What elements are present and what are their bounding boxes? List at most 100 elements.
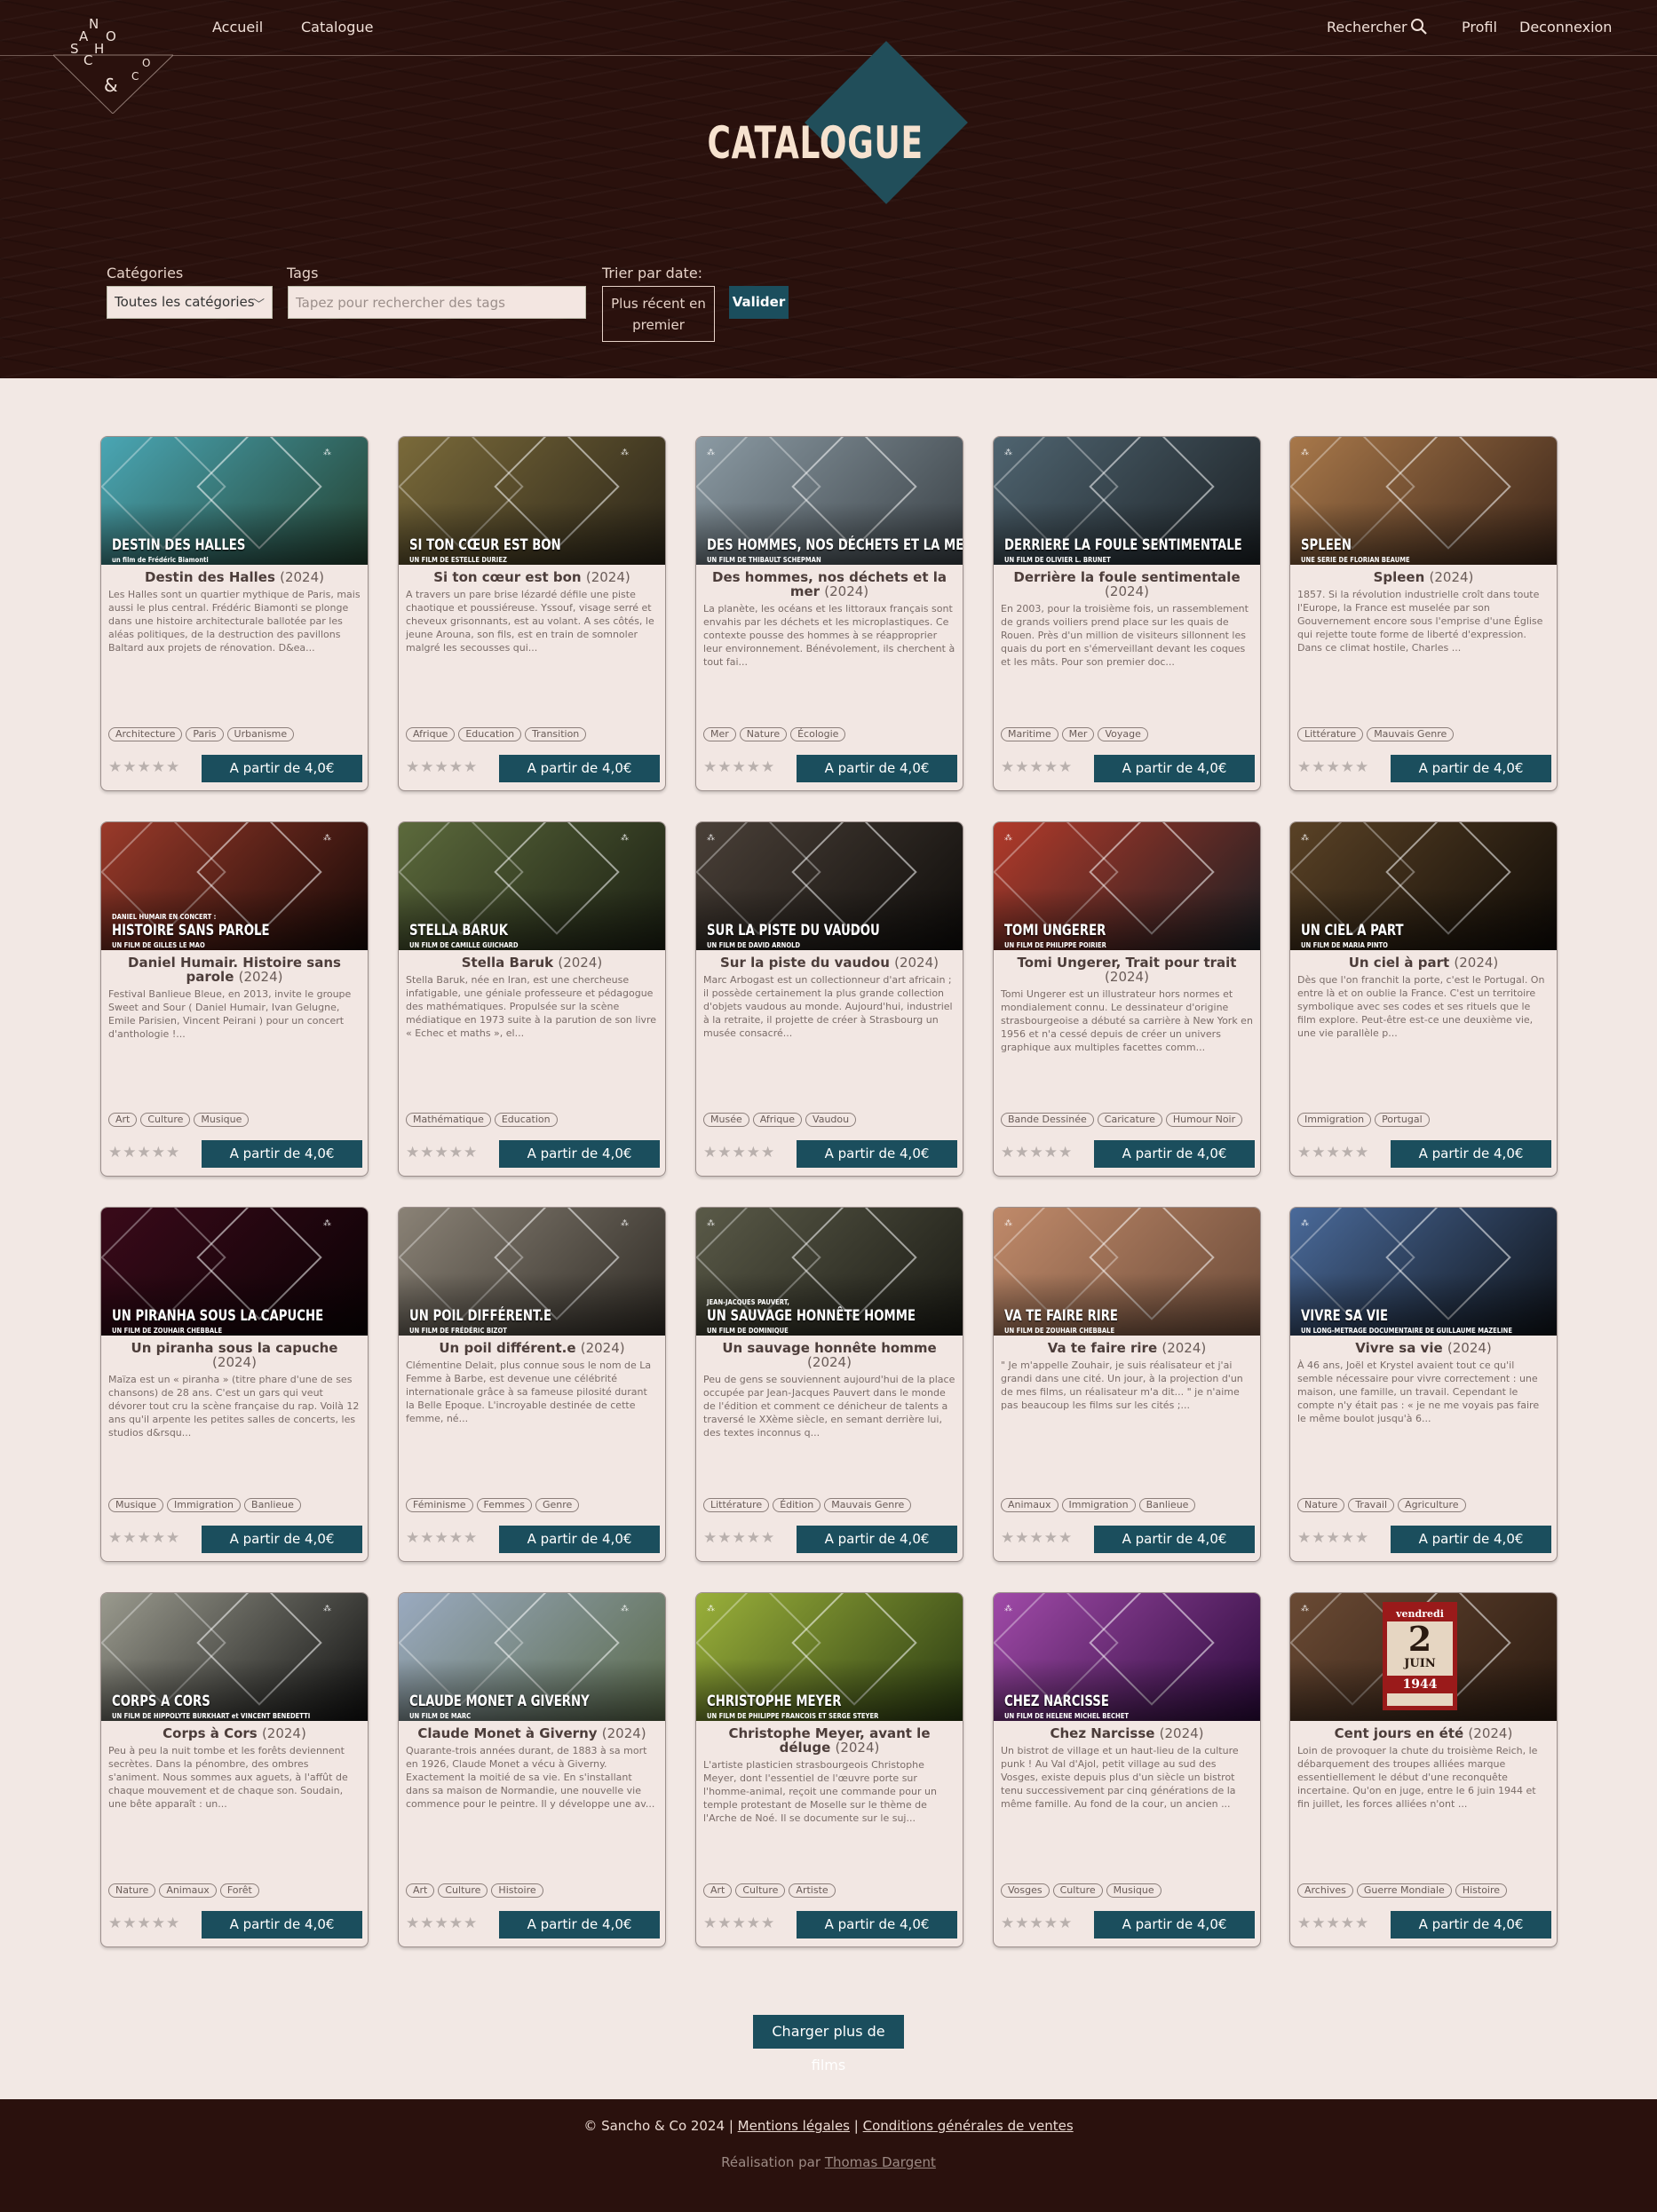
star-icon[interactable]: ★ bbox=[449, 1529, 464, 1547]
star-icon[interactable]: ★ bbox=[464, 758, 478, 776]
tag-chip[interactable]: Forêt bbox=[219, 1883, 259, 1898]
film-card[interactable]: ⁂ CORPS A CORS UN FILM DE HIPPOLYTE BURKHA… bbox=[100, 1592, 369, 1947]
tag-chip[interactable]: Architecture bbox=[108, 727, 183, 741]
star-icon[interactable]: ★ bbox=[761, 1915, 775, 1932]
film-title[interactable]: Claude Monet à Giverny (2024) bbox=[399, 1726, 665, 1740]
legal-link[interactable]: Mentions légales bbox=[738, 2118, 850, 2134]
film-title[interactable]: Sur la piste du vaudou (2024) bbox=[696, 955, 963, 970]
tag-chip[interactable]: Culture bbox=[438, 1883, 488, 1898]
film-title[interactable]: Destin des Halles (2024) bbox=[101, 570, 368, 584]
star-icon[interactable]: ★ bbox=[703, 1915, 718, 1932]
film-thumbnail[interactable]: ⁂ UN PIRANHA SOUS LA CAPUCHE UN FILM DE ZO… bbox=[101, 1208, 368, 1336]
star-icon[interactable]: ★ bbox=[718, 1144, 732, 1161]
tag-chip[interactable]: Immigration bbox=[1061, 1498, 1136, 1512]
tag-chip[interactable]: Art bbox=[108, 1113, 138, 1127]
star-icon[interactable]: ★ bbox=[761, 1144, 775, 1161]
validate-button[interactable]: Valider bbox=[729, 286, 789, 319]
film-thumbnail[interactable]: ⁂ vendredi 2 JUIN 1944 bbox=[1290, 1593, 1557, 1721]
film-thumbnail[interactable]: ⁂ TOMI UNGERER UN FILM DE PHILIPPE POIRIER bbox=[994, 822, 1260, 950]
nav-search-link[interactable]: Rechercher bbox=[1327, 19, 1407, 36]
star-icon[interactable]: ★ bbox=[123, 758, 137, 776]
tag-chip[interactable]: Urbanisme bbox=[226, 727, 295, 741]
star-icon[interactable]: ★ bbox=[733, 1915, 747, 1932]
star-icon[interactable]: ★ bbox=[152, 1144, 166, 1161]
star-icon[interactable]: ★ bbox=[1044, 1529, 1058, 1547]
star-icon[interactable]: ★ bbox=[747, 1915, 761, 1932]
star-icon[interactable]: ★ bbox=[1312, 1915, 1326, 1932]
tag-chip[interactable]: Nature bbox=[108, 1883, 156, 1898]
star-icon[interactable]: ★ bbox=[747, 1144, 761, 1161]
film-title[interactable]: Un sauvage honnête homme (2024) bbox=[696, 1341, 963, 1369]
tag-chip[interactable]: Animaux bbox=[1001, 1498, 1058, 1512]
tag-chip[interactable]: Afrique bbox=[752, 1113, 803, 1127]
tag-chip[interactable]: Littérature bbox=[1297, 727, 1364, 741]
tag-chip[interactable]: Musée bbox=[703, 1113, 749, 1127]
price-button[interactable]: A partir de 4,0€ bbox=[1391, 1526, 1551, 1553]
tag-chip[interactable]: Nature bbox=[1297, 1498, 1345, 1512]
film-card[interactable]: ⁂ JEAN-JACQUES PAUVERT, UN SAUVAGE HONNÊTE… bbox=[695, 1207, 963, 1562]
film-thumbnail[interactable]: ⁂ STELLA BARUK UN FILM DE CAMILLE GUICHARD bbox=[399, 822, 665, 950]
logo[interactable]: S A N C C H O & C O bbox=[53, 0, 173, 114]
star-icon[interactable]: ★ bbox=[152, 1529, 166, 1547]
price-button[interactable]: A partir de 4,0€ bbox=[499, 1140, 660, 1168]
film-title[interactable]: Un piranha sous la capuche (2024) bbox=[101, 1341, 368, 1369]
tag-chip[interactable]: Caricature bbox=[1097, 1113, 1162, 1127]
tag-chip[interactable]: Artiste bbox=[789, 1883, 836, 1898]
rating-stars[interactable]: ★★★★★ bbox=[703, 758, 775, 776]
rating-stars[interactable]: ★★★★★ bbox=[1297, 1915, 1369, 1932]
tag-chip[interactable]: Musique bbox=[1106, 1883, 1161, 1898]
film-thumbnail[interactable]: ⁂ CLAUDE MONET A GIVERNY UN FILM DE MARC bbox=[399, 1593, 665, 1721]
star-icon[interactable]: ★ bbox=[464, 1915, 478, 1932]
film-card[interactable]: ⁂ UN POIL DIFFÉRENT.E UN FILM DE FRÉDÉRIC … bbox=[398, 1207, 666, 1562]
star-icon[interactable]: ★ bbox=[1297, 1529, 1312, 1547]
film-card[interactable]: ⁂ DERRIERE LA FOULE SENTIMENTALE UN FILM D… bbox=[993, 436, 1261, 791]
star-icon[interactable]: ★ bbox=[166, 1144, 180, 1161]
star-icon[interactable]: ★ bbox=[1297, 1915, 1312, 1932]
film-card[interactable]: ⁂ SPLEEN UNE SERIE DE FLORIAN BEAUME Spleen… bbox=[1289, 436, 1558, 791]
price-button[interactable]: A partir de 4,0€ bbox=[202, 1911, 362, 1938]
tag-chip[interactable]: Portugal bbox=[1375, 1113, 1430, 1127]
star-icon[interactable]: ★ bbox=[733, 1144, 747, 1161]
rating-stars[interactable]: ★★★★★ bbox=[703, 1529, 775, 1547]
film-thumbnail[interactable]: ⁂ VA TE FAIRE RIRE UN FILM DE ZOUHAIR CHEB… bbox=[994, 1208, 1260, 1336]
film-title[interactable]: Si ton cœur est bon (2024) bbox=[399, 570, 665, 584]
star-icon[interactable]: ★ bbox=[733, 1529, 747, 1547]
tag-chip[interactable]: Education bbox=[458, 727, 522, 741]
film-title[interactable]: Corps à Cors (2024) bbox=[101, 1726, 368, 1740]
price-button[interactable]: A partir de 4,0€ bbox=[499, 755, 660, 782]
rating-stars[interactable]: ★★★★★ bbox=[406, 1144, 478, 1161]
film-thumbnail[interactable]: ⁂ SUR LA PISTE DU VAUDOU UN FILM DE DAVID … bbox=[696, 822, 963, 950]
film-title[interactable]: Christophe Meyer, avant le déluge (2024) bbox=[696, 1726, 963, 1755]
tags-search-input[interactable]: Tapez pour rechercher des tags bbox=[288, 286, 586, 319]
rating-stars[interactable]: ★★★★★ bbox=[703, 1915, 775, 1932]
film-title[interactable]: Va te faire rire (2024) bbox=[994, 1341, 1260, 1355]
category-select[interactable]: Toutes les catégories ﹀ bbox=[107, 286, 273, 319]
search-icon[interactable] bbox=[1410, 18, 1428, 36]
nav-logout-link[interactable]: Deconnexion bbox=[1519, 19, 1612, 36]
star-icon[interactable]: ★ bbox=[152, 758, 166, 776]
film-thumbnail[interactable]: ⁂ CHRISTOPHE MEYER UN FILM DE PHILIPPE FRA… bbox=[696, 1593, 963, 1721]
film-card[interactable]: ⁂ CHEZ NARCISSE UN FILM DE HELENE MICHEL B… bbox=[993, 1592, 1261, 1947]
price-button[interactable]: A partir de 4,0€ bbox=[1391, 755, 1551, 782]
star-icon[interactable]: ★ bbox=[435, 758, 449, 776]
film-title[interactable]: Des hommes, nos déchets et la mer (2024) bbox=[696, 570, 963, 599]
tag-chip[interactable]: Archives bbox=[1297, 1883, 1353, 1898]
star-icon[interactable]: ★ bbox=[1327, 1915, 1341, 1932]
star-icon[interactable]: ★ bbox=[420, 1529, 434, 1547]
price-button[interactable]: A partir de 4,0€ bbox=[202, 755, 362, 782]
rating-stars[interactable]: ★★★★★ bbox=[406, 1529, 478, 1547]
star-icon[interactable]: ★ bbox=[166, 1529, 180, 1547]
film-title[interactable]: Cent jours en été (2024) bbox=[1290, 1726, 1557, 1740]
tag-chip[interactable]: Art bbox=[703, 1883, 733, 1898]
nav-profile-link[interactable]: Profil bbox=[1462, 19, 1497, 36]
tag-chip[interactable]: Banlieue bbox=[1138, 1498, 1196, 1512]
tag-chip[interactable]: Agriculture bbox=[1398, 1498, 1466, 1512]
star-icon[interactable]: ★ bbox=[747, 1529, 761, 1547]
tag-chip[interactable]: Travail bbox=[1348, 1498, 1395, 1512]
star-icon[interactable]: ★ bbox=[1058, 1144, 1073, 1161]
star-icon[interactable]: ★ bbox=[761, 758, 775, 776]
film-title[interactable]: Chez Narcisse (2024) bbox=[994, 1726, 1260, 1740]
star-icon[interactable]: ★ bbox=[108, 1915, 123, 1932]
star-icon[interactable]: ★ bbox=[1044, 1144, 1058, 1161]
tag-chip[interactable]: Humour Noir bbox=[1165, 1113, 1243, 1127]
